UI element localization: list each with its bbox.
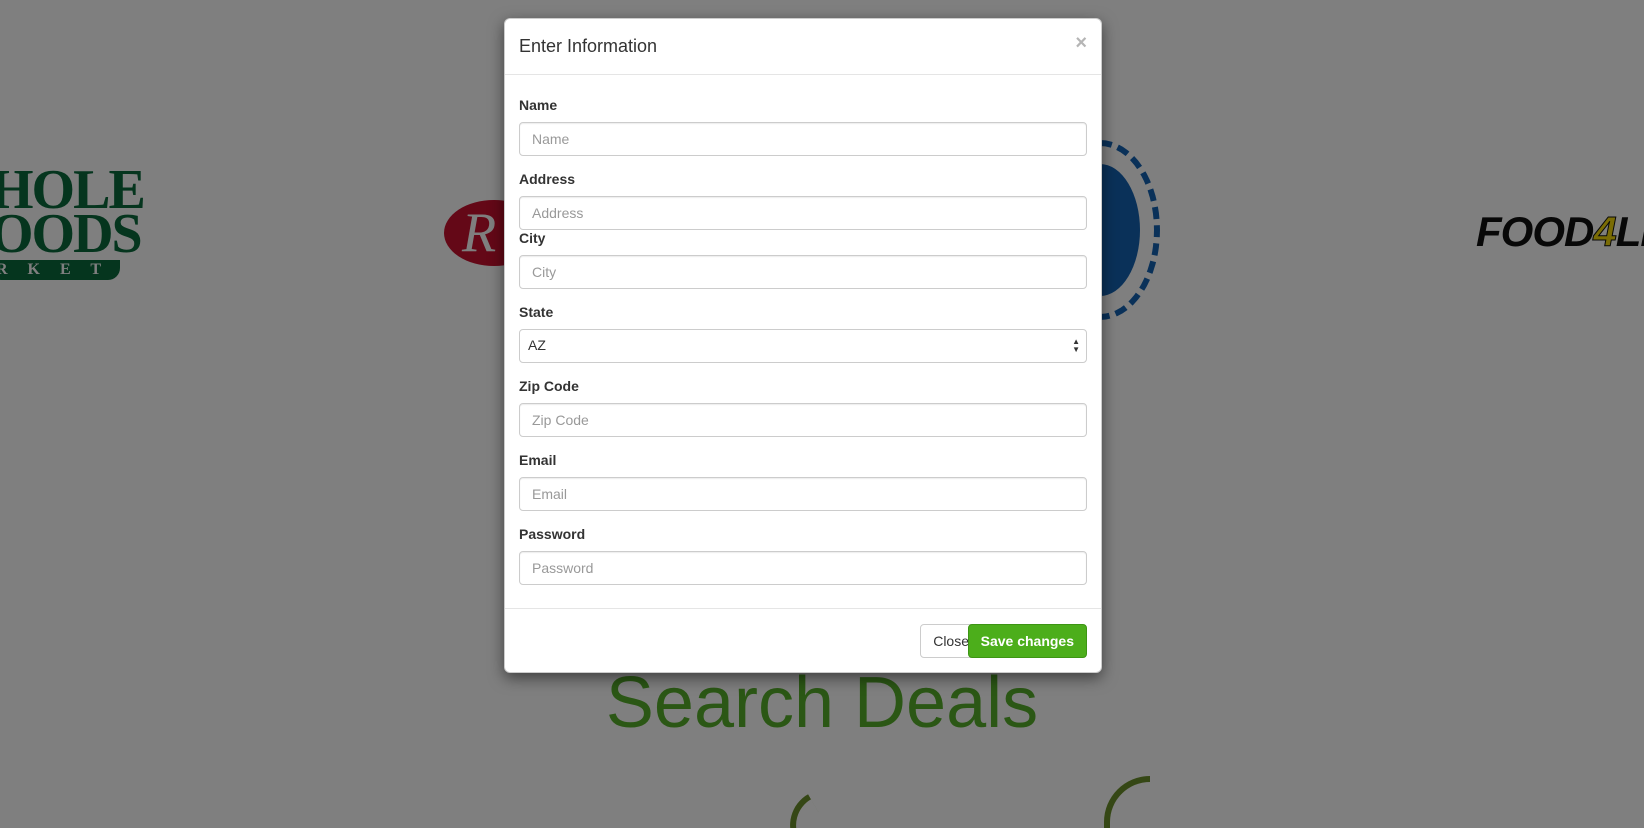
modal-body: Name Address City State AZ ▲▼ Zip Code E… — [505, 75, 1101, 627]
city-label: City — [519, 230, 546, 246]
modal-footer: Close Save changes — [505, 608, 1101, 672]
zip-code-input[interactable] — [519, 403, 1087, 437]
address-label: Address — [519, 171, 576, 187]
name-label: Name — [519, 97, 558, 113]
name-input[interactable] — [519, 122, 1087, 156]
state-label: State — [519, 304, 554, 320]
modal-header: Enter Information × — [505, 19, 1101, 75]
password-label: Password — [519, 526, 586, 542]
state-select[interactable]: AZ ▲ ▼ — [519, 329, 1087, 363]
modal-title: Enter Information — [519, 36, 658, 56]
address-input[interactable] — [519, 196, 1087, 230]
zip-code-label: Zip Code — [519, 378, 579, 394]
city-input[interactable] — [519, 255, 1087, 289]
save-changes-button[interactable]: Save changes — [967, 624, 1087, 658]
email-input[interactable] — [519, 477, 1087, 511]
page: HOLE OODS R K E T R FOOD4LES Search Deal… — [0, 0, 1644, 828]
select-arrows-icon: ▲ ▼ — [1072, 337, 1080, 354]
enter-information-modal: Enter Information × Name Address City St… — [504, 18, 1102, 673]
state-select-value: AZ — [528, 337, 546, 353]
email-label: Email — [519, 452, 557, 468]
password-input[interactable] — [519, 551, 1087, 585]
close-icon[interactable]: × — [1075, 33, 1087, 53]
